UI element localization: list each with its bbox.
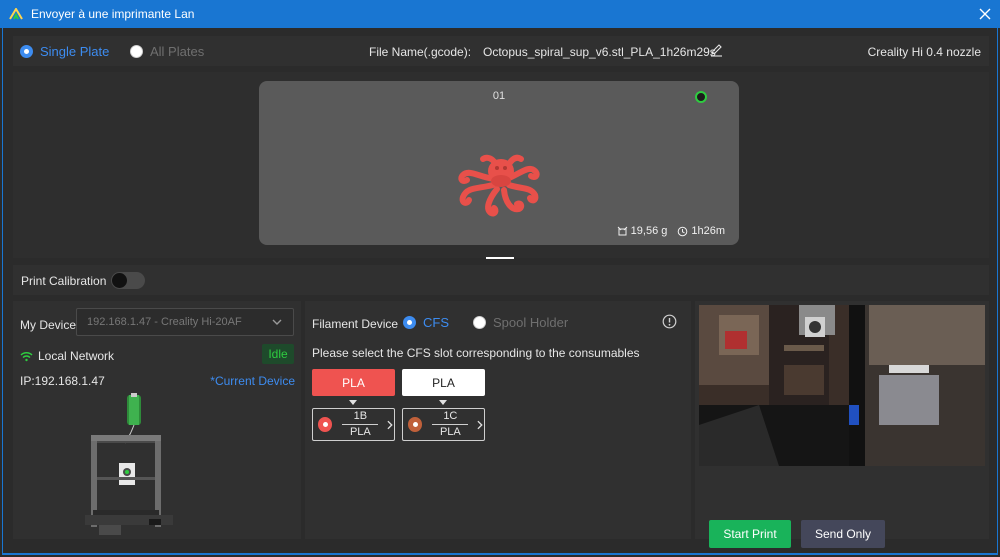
plate-time: 1h26m — [691, 225, 725, 237]
slot-label: 1C PLA — [428, 410, 472, 439]
creality-logo-icon — [9, 8, 23, 20]
filament-instruction: Please select the CFS slot corresponding… — [312, 346, 640, 360]
material-pla-red: PLA — [312, 369, 395, 396]
radio-selected-icon — [403, 316, 416, 329]
material-pla-white: PLA — [402, 369, 485, 396]
filament-device-label: Filament Device — [312, 317, 399, 331]
camera-feed — [699, 305, 985, 466]
filament-panel: Filament Device CFS Spool Holder Please … — [305, 301, 691, 539]
octopus-model-preview — [458, 154, 540, 217]
device-panel: My Device 192.168.1.47 - Creality Hi-20A… — [13, 301, 301, 539]
slot-label: 1B PLA — [338, 410, 382, 439]
slot-id: 1B — [353, 410, 368, 422]
close-button[interactable] — [970, 0, 1000, 28]
current-device-label: *Current Device — [210, 374, 295, 388]
print-calibration-row: Print Calibration — [13, 265, 989, 295]
arrow-down-icon — [439, 400, 447, 405]
single-plate-radio[interactable]: Single Plate — [20, 44, 109, 59]
chevron-right-icon — [387, 420, 394, 429]
cfs-slot-1b-select[interactable]: 1B PLA — [312, 408, 395, 441]
toggle-knob — [112, 273, 127, 288]
file-name-value: Octopus_spiral_sup_v6.stl_PLA_1h26m29s — [483, 45, 716, 59]
plate-thumbnail[interactable]: 01 19,56 g 1h26m — [259, 81, 739, 245]
dialog-body: Single Plate All Plates File Name(.gcode… — [2, 28, 998, 555]
slot-divider — [432, 424, 469, 425]
radio-unselected-icon — [473, 316, 486, 329]
cfs-radio[interactable]: CFS — [403, 315, 449, 330]
plate-selection-bar: Single Plate All Plates File Name(.gcode… — [13, 36, 989, 66]
file-name-label: File Name(.gcode): — [369, 45, 472, 59]
all-plates-radio[interactable]: All Plates — [130, 44, 204, 59]
device-select-value: 192.168.1.47 - Creality Hi-20AF — [87, 316, 242, 328]
plate-stats: 19,56 g 1h26m — [617, 225, 725, 237]
slot-id: 1C — [443, 410, 458, 422]
info-icon[interactable] — [662, 314, 677, 329]
plate-number: 01 — [492, 90, 506, 102]
spool-holder-radio[interactable]: Spool Holder — [473, 315, 568, 330]
plate-status-icon — [695, 91, 707, 103]
clock-icon — [678, 226, 688, 236]
slot-divider — [342, 424, 379, 425]
single-plate-label: Single Plate — [40, 44, 110, 59]
print-calibration-toggle[interactable] — [111, 272, 145, 289]
start-print-button[interactable]: Start Print — [709, 520, 791, 548]
network-label: Local Network — [38, 349, 115, 363]
arrow-down-icon — [349, 400, 357, 405]
device-select[interactable]: 192.168.1.47 - Creality Hi-20AF — [76, 308, 294, 336]
slot-color-swatch — [408, 417, 423, 432]
nozzle-info: Creality Hi 0.4 nozzle — [867, 45, 981, 59]
radio-selected-icon — [20, 45, 33, 58]
panel-splitter-handle[interactable] — [486, 257, 514, 259]
plate-weight: 19,56 g — [630, 225, 668, 237]
camera-image — [699, 305, 985, 466]
title-bar: Envoyer à une imprimante Lan — [0, 0, 1000, 28]
my-device-label: My Device — [20, 318, 77, 332]
radio-unselected-icon — [130, 45, 143, 58]
edit-pencil-icon[interactable] — [710, 43, 723, 57]
network-status: Local Network — [20, 349, 114, 363]
filament-weight-icon — [617, 226, 628, 235]
wifi-icon — [20, 351, 33, 361]
device-ip: IP:192.168.1.47 — [20, 374, 105, 388]
print-calibration-label: Print Calibration — [21, 274, 107, 288]
spool-holder-label: Spool Holder — [493, 315, 569, 330]
status-badge: Idle — [262, 344, 294, 364]
slot-color-swatch — [318, 417, 333, 432]
slot-type: PLA — [349, 426, 371, 438]
all-plates-label: All Plates — [150, 44, 205, 59]
send-only-button[interactable]: Send Only — [801, 520, 885, 548]
cfs-slot-1c-select[interactable]: 1C PLA — [402, 408, 485, 441]
window-title: Envoyer à une imprimante Lan — [31, 7, 195, 21]
chevron-down-icon — [272, 319, 282, 325]
chevron-right-icon — [477, 420, 484, 429]
slot-type: PLA — [439, 426, 461, 438]
printer-image — [85, 393, 173, 535]
camera-panel: Start Print Send Only — [695, 301, 989, 548]
cfs-label: CFS — [423, 315, 449, 330]
close-icon — [979, 8, 991, 20]
